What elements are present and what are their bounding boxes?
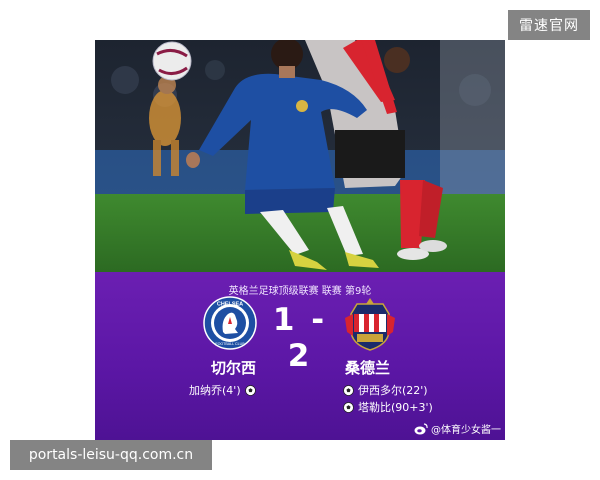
competition-label: 英格兰足球顶级联赛 联赛 第9轮 bbox=[228, 286, 372, 297]
away-team-name: 桑德兰 bbox=[345, 359, 391, 377]
source-credit: @体育少女酱一 bbox=[414, 421, 501, 436]
home-scorer: 加纳乔(4') bbox=[189, 382, 256, 398]
scorer-label: 加纳乔(4') bbox=[189, 384, 241, 397]
result-panel: 英格兰足球顶级联赛 联赛 第9轮 CHELSEA FOOTBALL CLUB 1… bbox=[95, 272, 505, 440]
away-scorer: 塔勒比(90+3') bbox=[343, 399, 433, 415]
watermark-top: 雷速官网 bbox=[508, 10, 590, 40]
crest-text: CHELSEA bbox=[217, 302, 243, 308]
goal-ball-icon bbox=[343, 401, 354, 413]
match-photo bbox=[95, 40, 505, 272]
goal-ball-icon bbox=[244, 384, 256, 396]
scorer-label: 伊西多尔(22') bbox=[358, 384, 428, 397]
crest-subtext: FOOTBALL CLUB bbox=[215, 342, 245, 346]
match-score: 1 - 2 bbox=[272, 302, 328, 374]
match-card: 英格兰足球顶级联赛 联赛 第9轮 CHELSEA FOOTBALL CLUB 1… bbox=[95, 40, 505, 440]
watermark-bottom: portals-leisu-qq.com.cn bbox=[10, 440, 212, 470]
scorer-label: 塔勒比(90+3') bbox=[358, 401, 433, 414]
sunderland-crest-icon bbox=[345, 298, 395, 351]
weibo-icon bbox=[414, 422, 428, 434]
home-team-name: 切尔西 bbox=[211, 359, 257, 377]
away-scorer: 伊西多尔(22') bbox=[343, 382, 428, 398]
credit-text: @体育少女酱一 bbox=[431, 425, 501, 436]
chelsea-crest-icon: CHELSEA FOOTBALL CLUB bbox=[203, 296, 257, 350]
goal-ball-icon bbox=[343, 384, 354, 396]
